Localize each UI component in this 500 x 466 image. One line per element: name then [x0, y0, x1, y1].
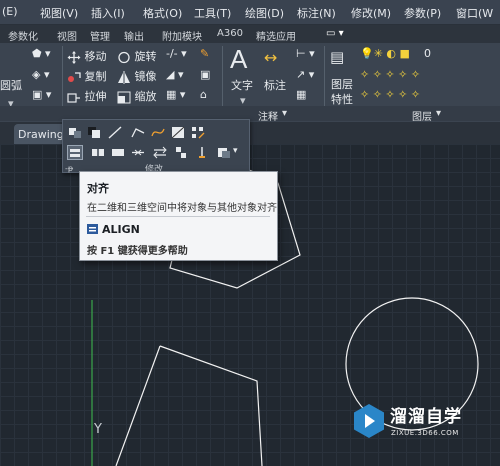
join-icon[interactable]: [131, 146, 145, 159]
draw-order-icon[interactable]: [68, 126, 82, 139]
polyline-shape-right[interactable]: [159, 345, 263, 466]
watermark-title: 溜溜自学: [390, 407, 462, 427]
overkill-icon[interactable]: [175, 146, 189, 159]
tooltip-divider: [86, 216, 270, 217]
ucs-y-label: Y: [94, 422, 102, 437]
modify-panel-flyout: ▾ -ᵽ 修改: [62, 119, 250, 175]
break-at-point-icon[interactable]: [111, 146, 125, 159]
break-icon[interactable]: [91, 146, 105, 159]
edit-array-icon[interactable]: [191, 126, 205, 139]
watermark-subtitle: ZIXUE.3D66.COM: [391, 429, 459, 437]
tooltip-command: ALIGN: [102, 223, 140, 236]
draw-order-front-icon[interactable]: [87, 126, 101, 139]
watermark-logo-icon: [354, 404, 384, 438]
tooltip-title: 对齐: [87, 182, 109, 195]
edit-hatch-icon[interactable]: [171, 126, 185, 139]
lengthen-icon[interactable]: [108, 126, 122, 139]
reverse-icon[interactable]: [153, 146, 167, 159]
edit-spline-icon[interactable]: [151, 126, 165, 139]
tooltip-description: 在二维和三维空间中将对象与其他对象对齐: [87, 203, 277, 214]
copy-properties-icon[interactable]: [217, 146, 231, 159]
command-icon: [87, 224, 98, 234]
align-tooltip: 对齐 在二维和三维空间中将对象与其他对象对齐 ALIGN 按 F1 键获得更多帮…: [79, 171, 278, 261]
flyout-more-dropdown-icon[interactable]: ▾: [233, 146, 247, 159]
align-icon[interactable]: [67, 145, 83, 160]
edit-polyline-icon[interactable]: [131, 126, 145, 139]
watermark: 溜溜自学 ZIXUE.3D66.COM: [353, 401, 471, 445]
pin-icon[interactable]: -ᵽ: [65, 164, 73, 173]
polyline-shape-left[interactable]: [115, 345, 161, 466]
tooltip-help: 按 F1 键获得更多帮助: [87, 246, 188, 257]
set-bylayer-icon[interactable]: [195, 146, 209, 159]
